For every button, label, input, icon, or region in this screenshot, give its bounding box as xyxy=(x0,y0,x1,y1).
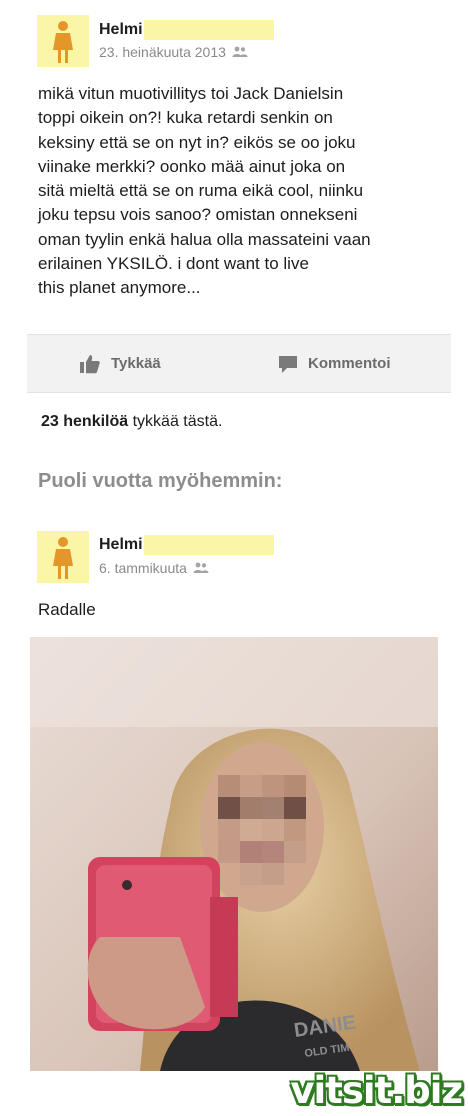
likes-summary[interactable]: 23 henkilöä tykkää tästä. xyxy=(41,413,222,431)
author-name[interactable]: Helmi xyxy=(99,21,143,39)
friends-icon xyxy=(193,562,209,573)
post1-action-bar: Tykkää Kommentoi xyxy=(27,334,451,393)
likes-count: 23 henkilöä xyxy=(41,413,129,430)
watermark-logo: vitsit.biz xyxy=(290,1069,463,1112)
avatar-post2[interactable] xyxy=(37,531,89,583)
like-button[interactable]: Tykkää xyxy=(79,335,161,392)
post1-text: mikä vitun muotivillitys toi Jack Daniel… xyxy=(38,84,371,298)
thumbs-up-icon xyxy=(80,354,100,373)
friends-icon xyxy=(232,46,248,57)
post2-photo[interactable]: DANIE OLD TIM xyxy=(30,637,438,1071)
redaction-highlight xyxy=(143,535,274,555)
author-name[interactable]: Helmi xyxy=(99,536,143,554)
post1-meta: 23. heinäkuuta 2013 xyxy=(99,44,248,60)
female-figure-icon xyxy=(53,21,73,63)
like-label: Tykkää xyxy=(111,355,161,372)
redaction-highlight xyxy=(143,20,274,40)
post2-text: Radalle xyxy=(38,600,96,619)
caption-text: Puoli vuotta myöhemmin: xyxy=(38,470,283,492)
likes-suffix: tykkää tästä. xyxy=(132,413,223,430)
post-date[interactable]: 23. heinäkuuta 2013 xyxy=(99,44,226,60)
female-figure-icon xyxy=(53,537,73,579)
selfie-photo: DANIE OLD TIM xyxy=(30,637,438,1071)
comment-label: Kommentoi xyxy=(308,355,391,372)
post2-author-row: Helmi xyxy=(99,535,274,555)
post1-author-row: Helmi xyxy=(99,20,274,40)
avatar-post1[interactable] xyxy=(37,15,89,67)
comment-button[interactable]: Kommentoi xyxy=(278,335,391,392)
comment-icon xyxy=(279,355,297,373)
post-date[interactable]: 6. tammikuuta xyxy=(99,560,187,576)
post2-meta: 6. tammikuuta xyxy=(99,560,209,576)
